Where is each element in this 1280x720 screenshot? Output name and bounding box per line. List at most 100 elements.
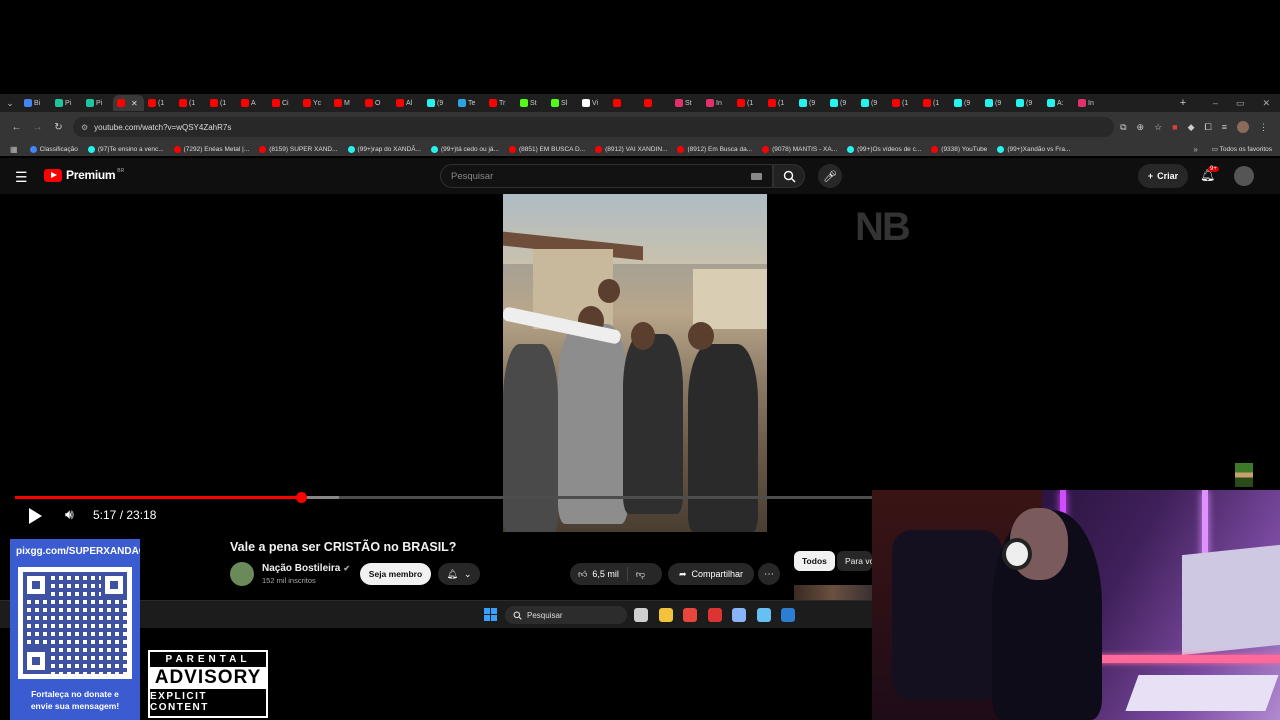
browser-tab[interactable]: (1 <box>144 95 175 111</box>
dislike-button[interactable]: 👎︎ <box>628 569 653 580</box>
browser-tab[interactable]: A <box>237 95 268 111</box>
bookmark-item[interactable]: Classificação <box>29 145 78 153</box>
channel-avatar[interactable] <box>230 562 254 586</box>
bookmark-item[interactable]: (8851) EM BUSCA D... <box>508 145 585 153</box>
browser-tab[interactable]: St <box>516 95 547 111</box>
share-button[interactable]: ➦ Compartilhar <box>668 563 754 585</box>
browser-tab[interactable]: Pi <box>82 95 113 111</box>
video-player[interactable]: NB 🔊︎ 5:17 / 23:18 <box>0 194 911 534</box>
browser-tab[interactable]: (1 <box>888 95 919 111</box>
menu-lines-icon[interactable]: ≡ <box>1222 122 1227 132</box>
bookmark-item[interactable]: (99+)rap do XANDÃ... <box>347 145 421 153</box>
reload-icon[interactable]: ↻ <box>48 122 69 133</box>
search-input[interactable]: Pesquisar <box>440 164 773 188</box>
bookmark-item[interactable]: (8912) VAI XANDIN... <box>595 145 667 153</box>
browser-tab[interactable]: In <box>702 95 733 111</box>
browser-tab[interactable]: Te <box>454 95 485 111</box>
bookmark-item[interactable]: (99+)tá cedo ou já... <box>430 145 499 153</box>
bookmark-item[interactable]: (8912) Em Busca da... <box>677 145 752 153</box>
browser-tab[interactable]: (1 <box>733 95 764 111</box>
bookmark-item[interactable]: (9338) YouTube <box>931 145 987 153</box>
browser-tab[interactable]: Al <box>392 95 423 111</box>
extensions-puzzle-icon[interactable]: ⧠ <box>1205 122 1212 133</box>
browser-tab[interactable]: (1 <box>919 95 950 111</box>
browser-tab[interactable]: (9 <box>857 95 888 111</box>
browser-tab[interactable]: (9 <box>981 95 1012 111</box>
channel-name[interactable]: Nação Bostileira ✔ <box>262 563 350 574</box>
bookmark-star-icon[interactable]: ☆ <box>1154 122 1162 133</box>
youtube-premium-logo[interactable]: Premium BR <box>44 168 124 182</box>
browser-tab[interactable]: A: <box>1043 95 1074 111</box>
subscription-bell-button[interactable]: 🔔︎ ⌄ <box>438 563 480 585</box>
install-app-icon[interactable]: ⧉ <box>1120 122 1126 133</box>
all-bookmarks-folder[interactable]: ▭ Todos os favoritos <box>1212 145 1272 153</box>
back-icon[interactable]: ← <box>6 122 27 133</box>
browser-tab[interactable]: (9 <box>1012 95 1043 111</box>
apps-grid-icon[interactable]: ▦ <box>10 145 18 154</box>
minimize-button[interactable]: – <box>1213 98 1218 109</box>
blue-app-icon[interactable] <box>781 608 795 622</box>
bookmark-item[interactable]: (9078) MANTIS - XA... <box>762 145 837 153</box>
browser-tab[interactable]: (1 <box>764 95 795 111</box>
like-button[interactable]: 👍︎ 6,5 mil <box>570 567 628 581</box>
bookmark-item[interactable]: (97)Te ensino a venc... <box>87 145 164 153</box>
progress-scrubber[interactable] <box>296 492 308 503</box>
voice-search-button[interactable]: 🎤︎ <box>818 164 842 188</box>
browser-tab[interactable]: St <box>671 95 702 111</box>
browser-tab[interactable]: Vi <box>578 95 609 111</box>
browser-tab[interactable] <box>640 95 671 111</box>
new-tab-button[interactable]: + <box>1173 97 1193 109</box>
close-tab-icon[interactable]: ✕ <box>131 99 138 108</box>
recommended-thumbnail[interactable] <box>794 585 872 601</box>
user-avatar[interactable] <box>1234 166 1254 186</box>
zoom-icon[interactable]: ⊕ <box>1137 122 1145 133</box>
tab-search-chevron-icon[interactable]: ⌄ <box>0 98 20 109</box>
progress-bar[interactable] <box>15 492 872 503</box>
bookmark-item[interactable]: (8159) SUPER XAND... <box>259 145 338 153</box>
browser-menu-icon[interactable]: ⋮ <box>1259 122 1268 133</box>
extension-icon[interactable]: ◆ <box>1188 122 1195 133</box>
site-info-icon[interactable]: ⚙ <box>81 123 88 132</box>
file-explorer-icon[interactable] <box>658 608 673 622</box>
create-button[interactable]: + Criar <box>1138 164 1188 188</box>
task-view-icon[interactable] <box>634 608 648 622</box>
forward-icon[interactable]: → <box>27 122 48 133</box>
extension-icon[interactable]: ■ <box>1172 122 1177 132</box>
browser-tab[interactable]: In <box>1074 95 1105 111</box>
browser-tab[interactable]: (9 <box>423 95 454 111</box>
windows-start-icon[interactable] <box>484 608 497 621</box>
chrome-icon[interactable] <box>683 608 697 622</box>
join-button[interactable]: Seja membro <box>360 563 431 585</box>
browser-tab[interactable]: Ci <box>268 95 299 111</box>
browser-tab[interactable]: (9 <box>795 95 826 111</box>
profile-avatar[interactable] <box>1237 121 1249 133</box>
bookmark-item[interactable]: (7292) Enéas Metal |... <box>173 145 249 153</box>
settings-icon[interactable] <box>732 608 746 622</box>
browser-tab[interactable]: Tr <box>485 95 516 111</box>
bookmark-item[interactable]: (99+)Xandão vs Fra... <box>997 145 1070 153</box>
red-app-icon[interactable] <box>707 608 722 622</box>
browser-tab[interactable]: (1 <box>175 95 206 111</box>
taskbar-search-input[interactable]: Pesquisar <box>505 606 627 624</box>
bookmarks-overflow-icon[interactable]: » <box>1193 145 1197 154</box>
browser-tab[interactable]: Pi <box>51 95 82 111</box>
bookmark-item[interactable]: (99+)Os vídeos de c... <box>847 145 921 153</box>
browser-tab[interactable] <box>609 95 640 111</box>
browser-tab[interactable]: (9 <box>950 95 981 111</box>
chip-all[interactable]: Todos <box>794 551 835 571</box>
browser-tab[interactable]: Yc <box>299 95 330 111</box>
browser-tab[interactable]: (9 <box>826 95 857 111</box>
search-button[interactable] <box>773 164 805 188</box>
browser-tab[interactable]: Sl <box>547 95 578 111</box>
play-button[interactable] <box>26 507 44 525</box>
keyboard-icon[interactable] <box>751 173 762 180</box>
volume-icon[interactable]: 🔊︎ <box>65 506 74 523</box>
browser-tab[interactable]: ✕ <box>113 95 144 111</box>
steam-icon[interactable] <box>756 608 771 622</box>
browser-tab[interactable]: O <box>361 95 392 111</box>
browser-tab[interactable]: (1 <box>206 95 237 111</box>
hamburger-menu-icon[interactable]: ☰ <box>15 169 28 186</box>
maximize-button[interactable]: ▭ <box>1236 98 1245 109</box>
more-actions-button[interactable]: ⋯ <box>758 563 780 585</box>
chip-for-you[interactable]: Para você <box>837 551 872 571</box>
